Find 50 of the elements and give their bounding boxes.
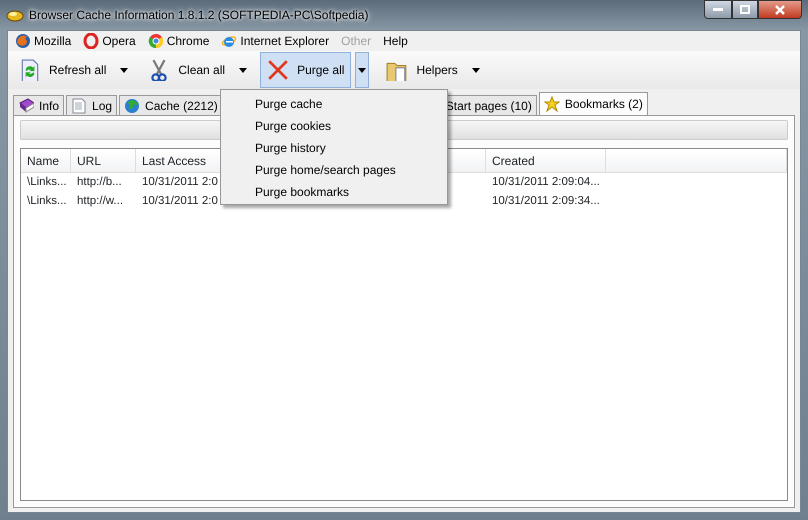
globe-icon: [15, 33, 31, 49]
minimize-icon: [713, 8, 723, 12]
tab[interactable]: Log: [66, 95, 118, 115]
table-cell-text: http://w...: [76, 194, 124, 210]
app-icon: [6, 8, 24, 22]
ring-icon: [83, 33, 100, 49]
toolbar-button[interactable]: Refresh all: [12, 52, 114, 88]
close-icon: [774, 4, 786, 14]
column-header[interactable]: Created: [486, 149, 606, 173]
ball-icon: [148, 33, 164, 49]
letter-e-icon: [221, 33, 238, 49]
window-title: Browser Cache Information 1.8.1.2 (SOFTPEDIA-PC\Softpedia): [29, 7, 368, 24]
tab[interactable]: Bookmarks (2): [538, 92, 648, 115]
caret-icon: [358, 68, 366, 72]
book-icon: [18, 98, 34, 114]
tab[interactable]: Info: [13, 95, 64, 115]
caret-icon: [472, 68, 480, 72]
column-header[interactable]: URL: [71, 149, 136, 173]
menu-item[interactable]: Purge bookmarks: [221, 180, 447, 202]
column-header[interactable]: Name: [21, 149, 71, 173]
toolbar-button[interactable]: Clean all: [141, 52, 232, 88]
globe-icon: [124, 98, 140, 114]
menu-item[interactable]: Purge home/search pages: [221, 158, 447, 180]
star-icon: [544, 96, 560, 112]
table-cell-text: 10/31/2011 2:0: [141, 194, 219, 210]
menu-item[interactable]: Purge history: [221, 136, 447, 158]
menu-item[interactable]: Help: [379, 32, 412, 50]
table-cell-text: http://b...: [76, 175, 123, 190]
cross-icon: [267, 59, 290, 81]
refresh-icon: [19, 59, 41, 81]
menu-item[interactable]: Purge cookies: [221, 114, 447, 136]
dropdown-caret-button[interactable]: [355, 52, 370, 88]
toolbar-button[interactable]: Purge all: [260, 52, 352, 88]
caret-icon: [239, 68, 248, 72]
menu-item[interactable]: Mozilla: [11, 32, 76, 50]
table-cell-text: 10/31/2011 2:0: [141, 175, 219, 190]
tab[interactable]: Cache (2212): [119, 95, 223, 115]
table-cell-text: \Links...: [26, 194, 68, 210]
menu-item[interactable]: Opera: [79, 32, 140, 50]
menu-item[interactable]: Chrome: [144, 32, 214, 50]
table-cell-text: \Links...: [26, 175, 68, 190]
toolbar-button[interactable]: Helpers: [379, 52, 465, 88]
maximize-button[interactable]: [732, 0, 758, 19]
table-cell-text: 10/31/2011 2:09:34...: [491, 194, 601, 210]
caret-icon: [120, 68, 128, 72]
table-cell-text: 10/31/2011 2:09:04...: [491, 175, 601, 190]
maximize-icon: [740, 5, 750, 14]
close-button[interactable]: [758, 0, 802, 19]
minimize-button[interactable]: [704, 0, 732, 19]
menu-item[interactable]: Internet Explorer: [217, 32, 334, 50]
